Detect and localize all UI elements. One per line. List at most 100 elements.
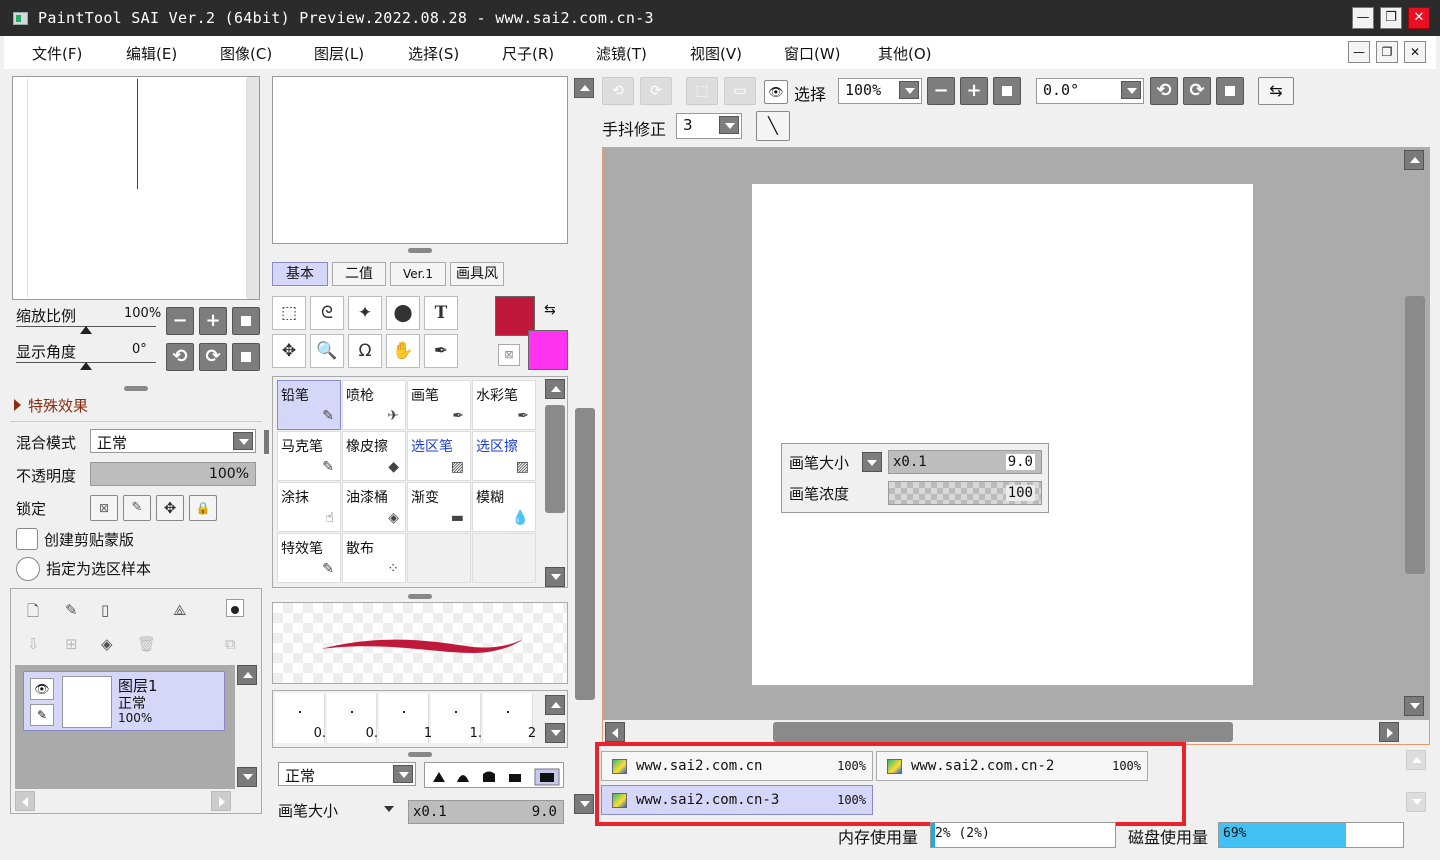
expand-arrow-icon[interactable] xyxy=(14,399,21,411)
panel-scroll-handle[interactable] xyxy=(264,430,269,454)
lock-draw-icon[interactable]: ✎ xyxy=(123,495,151,521)
menu-item-0[interactable]: 文件(F) xyxy=(32,43,82,64)
popup-size-slider[interactable]: x0.1 9.0 xyxy=(888,450,1042,474)
mid-scroll-up[interactable] xyxy=(574,78,594,98)
new-ruler-icon[interactable]: ⟁ xyxy=(173,601,186,619)
doc-tabs-scroll-up[interactable] xyxy=(1406,750,1426,770)
rotate-tool-icon[interactable]: Ω xyxy=(348,334,382,368)
doc-minimize-button[interactable]: — xyxy=(1348,41,1370,63)
toolbar-rotate-ccw-button[interactable]: ⟲ xyxy=(1150,77,1178,105)
doc-close-button[interactable]: ✕ xyxy=(1404,41,1426,63)
eyedropper-icon[interactable]: ✒ xyxy=(424,334,458,368)
brush-11[interactable]: 模糊 💧 xyxy=(472,482,536,532)
invert-select-button[interactable]: ▭ xyxy=(724,77,756,105)
brush-scroll-down[interactable] xyxy=(545,567,565,587)
brush-12[interactable]: 特效笔 ✎ xyxy=(277,533,341,583)
brush-13[interactable]: 散布 ⁘ xyxy=(342,533,406,583)
canvas-page[interactable] xyxy=(752,184,1253,685)
layer-row[interactable]: 👁 ✎ 图层1 正常 100% xyxy=(23,671,225,731)
brush-8[interactable]: 涂抹 ☝ xyxy=(277,482,341,532)
apply-mask-icon[interactable]: ⧉ xyxy=(225,635,236,653)
tool-tab-2[interactable]: Ver.1 xyxy=(390,262,446,286)
brush-shape-selector[interactable] xyxy=(424,762,564,788)
brush-mode-select[interactable]: 正常 xyxy=(278,762,416,786)
brush-size-preset[interactable]: 1.5 xyxy=(431,693,490,743)
toolbar-zoom-in-button[interactable]: + xyxy=(960,77,988,105)
clear-layer-icon[interactable]: ◈ xyxy=(101,635,113,653)
merge-layer-icon[interactable]: ⊞ xyxy=(65,635,78,653)
effects-title[interactable]: 特殊效果 xyxy=(28,395,88,416)
maximize-button[interactable]: ❐ xyxy=(1380,7,1402,29)
brush-empty-slot[interactable] xyxy=(472,533,536,583)
toolbar-rotate-reset-button[interactable] xyxy=(1216,77,1244,105)
brush-splitter[interactable] xyxy=(408,594,432,599)
zoom-reset-button[interactable] xyxy=(232,307,260,335)
tool-tab-3[interactable]: 画具风 xyxy=(450,262,504,286)
rotate-reset-button[interactable] xyxy=(232,343,260,371)
brush-empty-slot[interactable] xyxy=(407,533,471,583)
menu-item-7[interactable]: 视图(V) xyxy=(690,43,742,64)
selection-sample-radio[interactable] xyxy=(16,557,40,581)
panel-splitter[interactable] xyxy=(124,386,148,391)
brush-7[interactable]: 选区擦 ▨ xyxy=(472,431,536,481)
canvas-hscroll-thumb[interactable] xyxy=(773,722,1233,742)
menu-item-9[interactable]: 其他(O) xyxy=(878,43,932,64)
menu-item-6[interactable]: 滤镜(T) xyxy=(596,43,647,64)
move-icon[interactable]: ✥ xyxy=(272,334,306,368)
new-folder-icon[interactable]: ▯ xyxy=(101,601,109,619)
new-layer-icon[interactable]: 🗋 xyxy=(27,601,39,626)
menu-item-4[interactable]: 选择(S) xyxy=(408,43,459,64)
flip-horizontal-icon[interactable]: ⇆ xyxy=(1258,77,1294,105)
rotate-cw-button[interactable]: ⟳ xyxy=(199,343,227,371)
brush-5[interactable]: 橡皮擦 ◆ xyxy=(342,431,406,481)
minimize-button[interactable]: — xyxy=(1352,7,1374,29)
brush-6[interactable]: 选区笔 ▨ xyxy=(407,431,471,481)
brush-size-preset[interactable]: 1 xyxy=(379,693,432,743)
canvas-scroll-down[interactable] xyxy=(1404,696,1424,716)
lock-transparency-button[interactable]: ⊠ xyxy=(90,495,118,521)
toolbar-zoom-out-button[interactable]: − xyxy=(927,77,955,105)
delete-layer-icon[interactable]: 🗑 xyxy=(137,635,156,653)
shape-icon[interactable]: ⬤ xyxy=(386,296,420,330)
brush-2[interactable]: 画笔 ✒ xyxy=(407,380,471,430)
layer-scroll-down[interactable] xyxy=(237,767,257,787)
bottom-brush-size-dropdown[interactable] xyxy=(384,806,394,812)
toolbar-zoom-reset-button[interactable] xyxy=(993,77,1021,105)
angle-slider-handle[interactable] xyxy=(80,362,92,370)
tool-tab-1[interactable]: 二值 xyxy=(332,262,386,286)
angle-select[interactable]: 0.0° xyxy=(1036,78,1144,104)
magic-wand-icon[interactable]: ✦ xyxy=(348,296,382,330)
rotate-ccw-button[interactable]: ⟲ xyxy=(166,343,194,371)
lock-move-icon[interactable]: ✥ xyxy=(156,495,184,521)
deselect-button[interactable]: ⬚ xyxy=(686,77,718,105)
zoom-in-button[interactable]: + xyxy=(199,307,227,335)
canvas-vscroll-thumb[interactable] xyxy=(1405,296,1425,574)
redo-button[interactable]: ⟳ xyxy=(640,77,672,105)
zoom-slider-handle[interactable] xyxy=(80,326,92,334)
layer-edit-pen-icon[interactable]: ✎ xyxy=(30,704,54,726)
brush-size-preset[interactable]: 2 xyxy=(483,693,536,743)
menu-item-1[interactable]: 编辑(E) xyxy=(126,43,177,64)
brush-1[interactable]: 喷枪 ✈ xyxy=(342,380,406,430)
zoom-select[interactable]: 100% xyxy=(838,78,922,104)
popup-size-dropdown[interactable] xyxy=(862,452,882,472)
mid-scroll-down[interactable] xyxy=(574,794,594,814)
lasso-icon[interactable]: ᘓ xyxy=(310,296,344,330)
brush-size-preset[interactable]: 0.7 xyxy=(275,693,334,743)
doc-restore-button[interactable]: ❐ xyxy=(1376,41,1398,63)
doc-tabs-scroll-down[interactable] xyxy=(1406,792,1426,812)
blend-mode-select[interactable]: 正常 xyxy=(90,429,256,453)
brush-3[interactable]: 水彩笔 ✒ xyxy=(472,380,536,430)
brush-scroll-up[interactable] xyxy=(545,379,565,399)
clip-mask-checkbox[interactable] xyxy=(16,528,38,550)
brush-4[interactable]: 马克笔 ✎ xyxy=(277,431,341,481)
layer-mask-icon[interactable] xyxy=(226,599,244,617)
new-pen-layer-icon[interactable]: ✎ xyxy=(65,601,78,619)
canvas-scroll-right[interactable] xyxy=(1379,722,1399,742)
selection-visibility-eye-icon[interactable]: 👁 xyxy=(764,80,788,104)
menu-item-5[interactable]: 尺子(R) xyxy=(502,43,554,64)
brush-10[interactable]: 渐变 ▬ xyxy=(407,482,471,532)
layer-scroll-left[interactable] xyxy=(15,791,35,811)
stabilizer-select[interactable]: 3 xyxy=(676,113,742,139)
layer-scroll-up[interactable] xyxy=(237,665,257,685)
